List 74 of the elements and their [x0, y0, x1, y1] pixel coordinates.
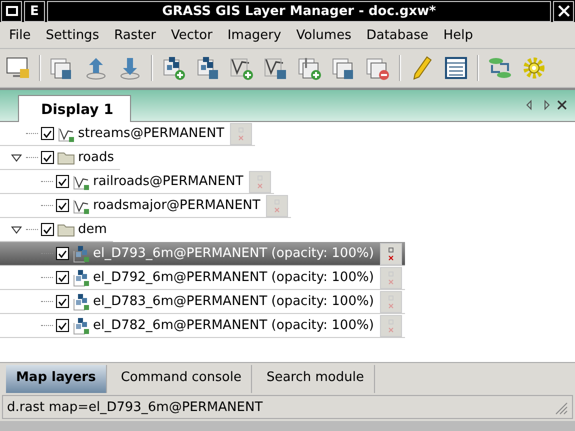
- close-icon: [558, 5, 570, 17]
- settings-icon: [521, 55, 547, 81]
- layer-row[interactable]: el_D783_6m@PERMANENT (opacity: 100%): [0, 290, 405, 314]
- opacity-icon: [386, 246, 395, 260]
- panel-tab[interactable]: Map layers: [6, 365, 107, 393]
- menu-item[interactable]: Volumes: [296, 28, 352, 42]
- expander-icon[interactable]: [11, 224, 23, 234]
- monitor-icon: [5, 55, 31, 81]
- layer-name: el_D782_6m@PERMANENT (opacity: 100%): [93, 318, 375, 333]
- raster-layer-icon: [72, 316, 90, 334]
- layer-name: roads: [78, 150, 116, 165]
- status-text: d.rast map=el_D793_6m@PERMANENT: [7, 400, 263, 414]
- close-button[interactable]: [553, 0, 574, 22]
- tab-navigation-icon[interactable]: [525, 99, 569, 111]
- folder-icon: [57, 150, 75, 164]
- overlay-add-icon: [297, 55, 323, 81]
- layer-name: el_D783_6m@PERMANENT (opacity: 100%): [93, 294, 375, 309]
- menu-item[interactable]: Vector: [171, 28, 212, 42]
- window-menu-button[interactable]: [1, 0, 22, 22]
- panel-tab[interactable]: Search module: [256, 365, 375, 393]
- layer-name: dem: [78, 222, 108, 237]
- window-icon: [6, 6, 18, 16]
- toolbar-button[interactable]: [195, 55, 221, 81]
- layer-name: el_D792_6m@PERMANENT (opacity: 100%): [93, 270, 375, 285]
- layer-checkbox[interactable]: [56, 247, 69, 260]
- opacity-icon: [386, 318, 395, 332]
- layer-name: railroads@PERMANENT: [93, 174, 244, 189]
- layer-checkbox[interactable]: [56, 295, 69, 308]
- table-icon: [443, 55, 469, 81]
- layer-checkbox[interactable]: [56, 175, 69, 188]
- raster-layer-icon: [72, 244, 90, 262]
- modules-icon: [487, 55, 513, 81]
- layer-checkbox[interactable]: [41, 151, 54, 164]
- layer-row[interactable]: el_D792_6m@PERMANENT (opacity: 100%): [0, 266, 405, 290]
- layer-checkbox[interactable]: [56, 199, 69, 212]
- layer-checkbox[interactable]: [56, 271, 69, 284]
- menu-item[interactable]: Settings: [46, 28, 100, 42]
- raster-layer-icon: [72, 292, 90, 310]
- opacity-icon: [256, 174, 264, 188]
- opacity-icon: [386, 270, 395, 284]
- folder-icon: [57, 222, 75, 236]
- layer-checkbox[interactable]: [56, 319, 69, 332]
- panel-tab[interactable]: Command console: [110, 365, 252, 393]
- menu-item[interactable]: Database: [366, 28, 428, 42]
- layer-row[interactable]: el_D782_6m@PERMANENT (opacity: 100%): [0, 314, 405, 338]
- toolbar-button[interactable]: [297, 55, 323, 81]
- opacity-icon: [386, 294, 395, 308]
- opacity-button[interactable]: [380, 242, 402, 264]
- expander-icon[interactable]: [11, 152, 23, 162]
- raster-add-icon: [161, 55, 187, 81]
- layer-name: roadsmajor@PERMANENT: [93, 198, 262, 213]
- menu-item[interactable]: Help: [443, 28, 474, 42]
- layer-checkbox[interactable]: [41, 127, 54, 140]
- layer-checkbox[interactable]: [41, 223, 54, 236]
- layer-name: streams@PERMANENT: [78, 126, 226, 141]
- layer-row[interactable]: roads: [0, 146, 120, 170]
- toolbar-button[interactable]: [5, 55, 31, 81]
- menu-item[interactable]: Imagery: [227, 28, 282, 42]
- toolbar-button[interactable]: [161, 55, 187, 81]
- raster-layer-icon: [72, 268, 90, 286]
- layer-row[interactable]: railroads@PERMANENT: [0, 170, 274, 194]
- raster-multi-icon: [195, 55, 221, 81]
- layer-row[interactable]: el_D793_6m@PERMANENT (opacity: 100%): [0, 242, 405, 266]
- layer-row[interactable]: roadsmajor@PERMANENT: [0, 194, 292, 218]
- layer-name: el_D793_6m@PERMANENT (opacity: 100%): [93, 246, 375, 261]
- toolbar-button[interactable]: [443, 55, 469, 81]
- opacity-icon: [273, 198, 282, 212]
- display-tab[interactable]: Display 1: [18, 95, 132, 122]
- window-title: GRASS GIS Layer Manager - doc.gxw*: [47, 0, 551, 22]
- menu-item[interactable]: File: [9, 28, 31, 42]
- opacity-icon: [237, 126, 246, 140]
- menu-item[interactable]: Raster: [114, 28, 156, 42]
- window-button[interactable]: E: [24, 0, 45, 22]
- layer-row[interactable]: streams@PERMANENT: [0, 122, 256, 146]
